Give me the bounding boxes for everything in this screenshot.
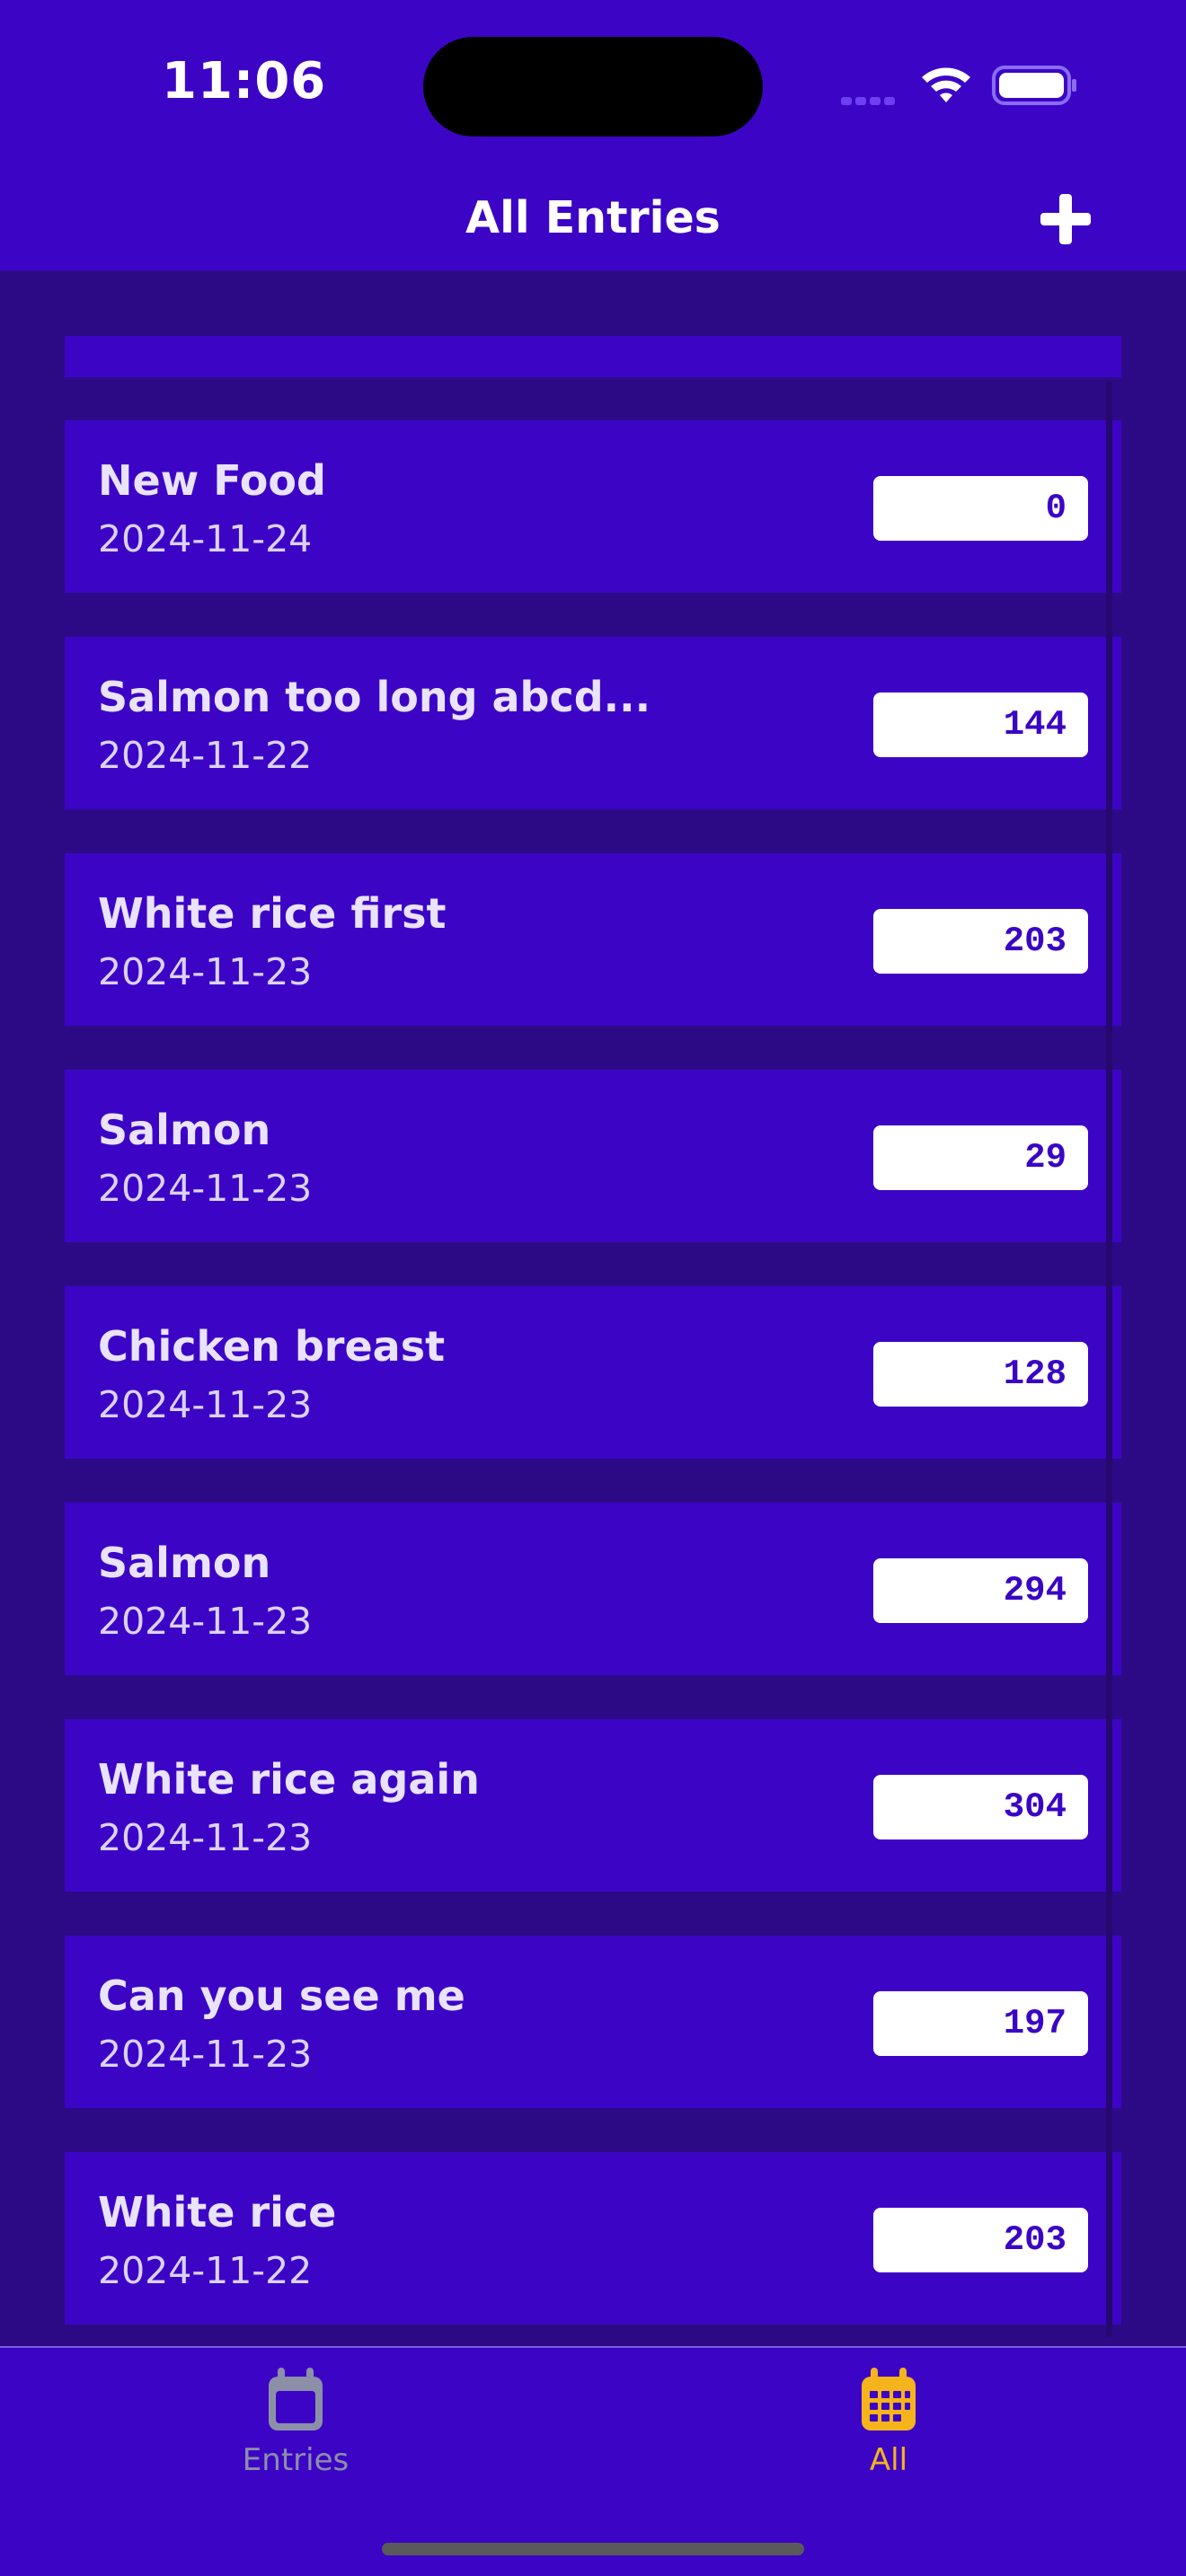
add-entry-button[interactable] xyxy=(1039,192,1093,246)
entry-name: White rice again xyxy=(98,1755,480,1804)
list-item[interactable]: New Food 2024-11-24 0 xyxy=(65,420,1121,593)
list-item[interactable]: Salmon too long abcd... 2024-11-22 144 xyxy=(65,637,1121,809)
list-item[interactable]: Can you see me 2024-11-23 197 xyxy=(65,1936,1121,2108)
entry-name: Salmon xyxy=(98,1539,271,1587)
list-item[interactable]: White rice again 2024-11-23 304 xyxy=(65,1719,1121,1892)
entry-name: Can you see me xyxy=(98,1972,465,2020)
entry-value-field[interactable]: 0 xyxy=(873,476,1088,541)
entry-value-field[interactable]: 203 xyxy=(873,2208,1088,2272)
entry-value-field[interactable]: 128 xyxy=(873,1342,1088,1407)
navigation-bar: All Entries xyxy=(0,171,1186,271)
tab-bar: Entries All xyxy=(0,2346,1186,2576)
entry-name: New Food xyxy=(98,456,326,505)
list-item[interactable]: Salmon 2024-11-23 29 xyxy=(65,1070,1121,1242)
page-title: All Entries xyxy=(465,192,721,243)
entry-value-field[interactable]: 203 xyxy=(873,909,1088,974)
entry-date: 2024-11-23 xyxy=(98,1383,313,1426)
list-item[interactable]: Chicken breast 2024-11-23 128 xyxy=(65,1286,1121,1459)
entry-value-field[interactable]: 304 xyxy=(873,1775,1088,1839)
list-item[interactable]: White rice 2024-11-22 203 xyxy=(65,2152,1121,2325)
entry-name: Salmon too long abcd... xyxy=(98,673,651,721)
entry-name: White rice first xyxy=(98,889,447,938)
entry-date: 2024-11-24 xyxy=(98,517,313,560)
tab-entries-label: Entries xyxy=(242,2442,350,2478)
entry-date: 2024-11-23 xyxy=(98,1600,313,1643)
dynamic-island xyxy=(423,37,763,137)
calendar-icon xyxy=(269,2368,323,2430)
battery-icon xyxy=(992,66,1078,110)
cellular-signal-icon xyxy=(841,93,898,110)
entry-date: 2024-11-23 xyxy=(98,1816,313,1859)
home-indicator xyxy=(382,2543,804,2555)
list-item[interactable]: White rice first 2024-11-23 203 xyxy=(65,853,1121,1026)
entry-date: 2024-11-22 xyxy=(98,2249,313,2292)
entry-value-field[interactable]: 29 xyxy=(873,1125,1088,1190)
entry-date: 2024-11-23 xyxy=(98,1167,313,1210)
entry-date: 2024-11-22 xyxy=(98,734,313,777)
scrollbar[interactable] xyxy=(1106,381,1112,2337)
entry-value-field[interactable]: 197 xyxy=(873,1991,1088,2056)
calendar-grid-icon xyxy=(862,2368,916,2430)
entries-list[interactable]: New Food 2024-11-24 0 Salmon too long ab… xyxy=(0,271,1186,2346)
entry-name: White rice xyxy=(98,2188,337,2236)
plus-icon xyxy=(1040,194,1091,244)
entry-value-field[interactable]: 144 xyxy=(873,693,1088,757)
entry-value-field[interactable]: 294 xyxy=(873,1558,1088,1623)
tab-all-label: All xyxy=(869,2442,908,2478)
entry-date: 2024-11-23 xyxy=(98,950,313,993)
tab-all[interactable]: All xyxy=(781,2366,996,2478)
wifi-icon xyxy=(918,63,974,109)
status-bar: 11:06 xyxy=(0,0,1186,171)
entry-date: 2024-11-23 xyxy=(98,2033,313,2076)
list-item-partial[interactable] xyxy=(65,336,1121,377)
entry-name: Salmon xyxy=(98,1106,271,1154)
status-time: 11:06 xyxy=(162,52,327,110)
list-item[interactable]: Salmon 2024-11-23 294 xyxy=(65,1503,1121,1675)
entry-name: Chicken breast xyxy=(98,1322,446,1371)
tab-entries[interactable]: Entries xyxy=(188,2366,403,2478)
